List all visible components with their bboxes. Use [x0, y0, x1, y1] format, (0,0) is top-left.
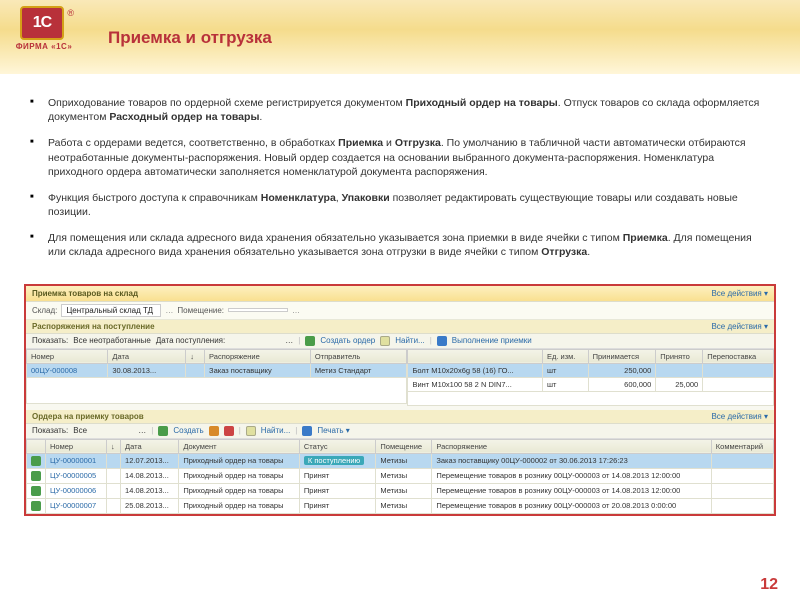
orders-table: Номер↓ДатаДокументСтатусПомещениеРаспоря…: [26, 439, 774, 516]
logo-1c: 1C ® ФИРМА «1С»: [12, 6, 76, 62]
logo-mark: 1C: [33, 14, 51, 32]
section-receive-orders: Ордера на приемку товаров Все действия ▾: [26, 410, 774, 424]
section-title: Ордера на приемку товаров: [32, 412, 144, 421]
bullet-item: Функция быстрого доступа к справочникам …: [48, 191, 760, 219]
bullet-item: Работа с ордерами ведется, соответственн…: [48, 136, 760, 179]
column-header[interactable]: Статус: [299, 439, 376, 453]
toolbar-receive: Показать: Все … | Создать | Найти... | П…: [26, 424, 774, 439]
ellipsis-icon[interactable]: …: [165, 306, 173, 315]
show-field[interactable]: Все неотработанные: [73, 336, 151, 345]
check-icon: [31, 486, 41, 496]
check-icon: [31, 501, 41, 511]
print-icon[interactable]: [302, 426, 312, 436]
find-button[interactable]: Найти...: [261, 426, 291, 435]
order-num: 00ЦУ-000008: [27, 363, 108, 377]
all-actions-link[interactable]: Все действия ▾: [711, 412, 768, 421]
find-button[interactable]: Найти...: [395, 336, 425, 345]
column-header[interactable]: Дата: [108, 349, 186, 363]
section-title: Распоряжения на поступление: [32, 322, 155, 331]
table-row[interactable]: 00ЦУ-000008 30.08.2013... Заказ поставщи…: [27, 363, 407, 377]
show-field[interactable]: Все: [73, 426, 133, 435]
page-number: 12: [760, 576, 778, 594]
show-label: Показать:: [32, 426, 68, 435]
column-header[interactable]: Принято: [656, 349, 703, 363]
edit-icon[interactable]: [209, 426, 219, 436]
column-header[interactable]: Номер: [27, 349, 108, 363]
ellipsis-icon[interactable]: …: [292, 306, 300, 315]
column-header[interactable]: [27, 439, 46, 453]
delete-icon[interactable]: [224, 426, 234, 436]
table-row[interactable]: ЦУ-0000000230.08.2013...Приходный ордер …: [27, 513, 774, 515]
column-header[interactable]: Распоряжение: [205, 349, 311, 363]
logo-reg: ®: [67, 8, 74, 18]
app-titlebar: Приемка товаров на склад Все действия ▾: [26, 286, 774, 302]
table-row[interactable]: ЦУ-0000000112.07.2013...Приходный ордер …: [27, 453, 774, 468]
table-row[interactable]: ЦУ-0000000725.08.2013...Приходный ордер …: [27, 498, 774, 513]
column-header[interactable]: ↓: [106, 439, 120, 453]
slide-header: 1C ® ФИРМА «1С» Приемка и отгрузка: [0, 0, 800, 78]
warehouse-field[interactable]: Центральный склад ТД: [61, 304, 161, 317]
bullet-item: Для помещения или склада адресного вида …: [48, 231, 760, 259]
warehouse-label: Склад:: [32, 306, 57, 315]
check-icon: [31, 471, 41, 481]
column-header[interactable]: Принимается: [588, 349, 656, 363]
plus-icon[interactable]: [158, 426, 168, 436]
column-header[interactable]: [408, 349, 542, 363]
bullet-item: Оприходование товаров по ордерной схеме …: [48, 96, 760, 124]
logo-label: ФИРМА «1С»: [12, 42, 76, 51]
app-screenshot: Приемка товаров на склад Все действия ▾ …: [24, 284, 776, 516]
all-actions-link[interactable]: Все действия ▾: [711, 322, 768, 331]
toolbar-incoming: Показать: Все неотработанные Дата поступ…: [26, 334, 774, 349]
column-header[interactable]: Отправитель: [310, 349, 407, 363]
goods-table: Ед. изм.ПринимаетсяПринятоПерепоставка Б…: [407, 349, 774, 406]
column-header[interactable]: Комментарий: [711, 439, 773, 453]
section-incoming-orders: Распоряжения на поступление Все действия…: [26, 320, 774, 334]
exec-icon[interactable]: [437, 336, 447, 346]
table-row[interactable]: Болт М10x20x6g 58 (16) ГО...шт250,000: [408, 363, 774, 377]
slide-title: Приемка и отгрузка: [108, 28, 800, 48]
column-header[interactable]: Дата: [121, 439, 179, 453]
print-button[interactable]: Печать ▾: [317, 426, 349, 435]
table-row[interactable]: ЦУ-0000000514.08.2013...Приходный ордер …: [27, 468, 774, 483]
show-label: Показать:: [32, 336, 68, 345]
column-header[interactable]: Документ: [179, 439, 300, 453]
warehouse-row: Склад: Центральный склад ТД … Помещение:…: [26, 302, 774, 320]
find-icon[interactable]: [246, 426, 256, 436]
app-window-title: Приемка товаров на склад: [32, 289, 138, 298]
table-row[interactable]: ЦУ-0000000614.08.2013...Приходный ордер …: [27, 483, 774, 498]
create-order-button[interactable]: Создать ордер: [320, 336, 375, 345]
column-header[interactable]: Номер: [46, 439, 107, 453]
bullet-list: Оприходование товаров по ордерной схеме …: [48, 96, 760, 260]
plus-icon[interactable]: [305, 336, 315, 346]
column-header[interactable]: Помещение: [376, 439, 432, 453]
slide-body: Оприходование товаров по ордерной схеме …: [0, 78, 800, 280]
check-icon: [31, 456, 41, 466]
column-header[interactable]: Перепоставка: [703, 349, 774, 363]
room-label: Помещение:: [177, 306, 224, 315]
date-in-label: Дата поступления:: [156, 336, 225, 345]
room-field[interactable]: [228, 308, 288, 312]
column-header[interactable]: Ед. изм.: [542, 349, 588, 363]
calendar-icon[interactable]: …: [285, 336, 293, 345]
incoming-table: НомерДата↓РаспоряжениеОтправитель 00ЦУ-0…: [26, 349, 407, 404]
column-header[interactable]: ↓: [186, 349, 205, 363]
create-button[interactable]: Создать: [173, 426, 203, 435]
exec-button[interactable]: Выполнение приемки: [452, 336, 532, 345]
all-actions-link[interactable]: Все действия ▾: [711, 289, 768, 298]
column-header[interactable]: Распоряжение: [432, 439, 711, 453]
find-icon[interactable]: [380, 336, 390, 346]
table-row[interactable]: Винт М10x100 58 2 N DIN7...шт600,00025,0…: [408, 377, 774, 391]
